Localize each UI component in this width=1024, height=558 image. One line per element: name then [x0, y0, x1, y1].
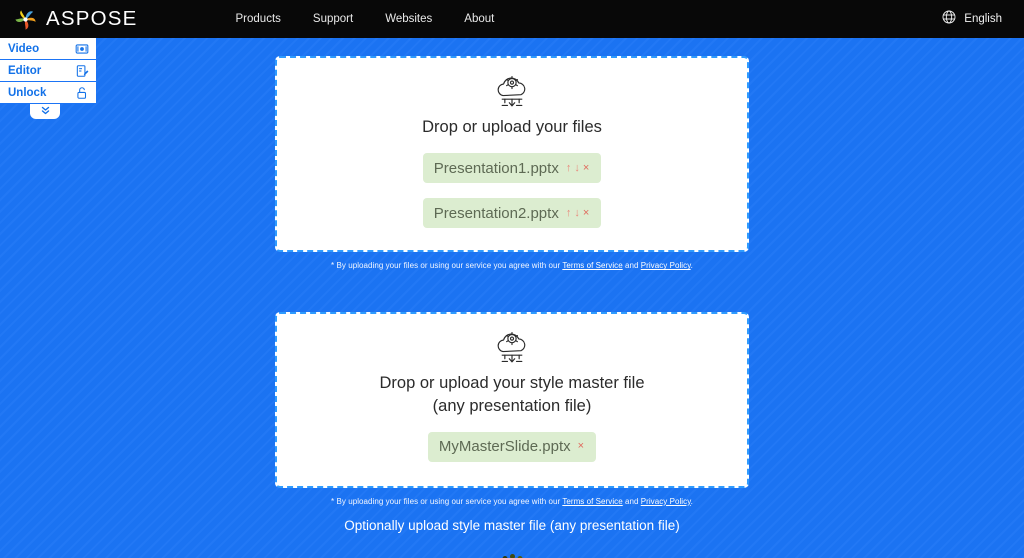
disclaimer-middle: and: [622, 496, 641, 506]
terms-of-service-link[interactable]: Terms of Service: [562, 497, 622, 506]
file-name: Presentation2.pptx: [433, 204, 559, 222]
remove-file-button[interactable]: ×: [577, 441, 585, 452]
left-sidebar: Video Editor Unlock: [0, 38, 96, 119]
privacy-policy-link[interactable]: Privacy Policy: [641, 497, 691, 506]
remove-file-button[interactable]: ×: [582, 162, 590, 174]
sidebar-item-label: Editor: [8, 64, 42, 77]
sidebar-item-label: Unlock: [8, 86, 47, 99]
sidebar-expand-button[interactable]: [30, 104, 60, 119]
file-chip[interactable]: Presentation1.pptx ↑ ↓ ×: [422, 153, 602, 184]
disclaimer-suffix: .: [690, 261, 693, 271]
master-file-chip[interactable]: MyMasterSlide.pptx ×: [427, 431, 597, 462]
file-actions: ↑ ↓ ×: [565, 162, 590, 174]
sidebar-item-video[interactable]: Video: [0, 38, 96, 60]
file-name: MyMasterSlide.pptx: [438, 438, 571, 456]
loading-spinner: [493, 553, 531, 558]
sidebar-item-editor[interactable]: Editor: [0, 60, 96, 82]
double-chevron-down-icon: [39, 103, 52, 121]
nav-item-websites[interactable]: Websites: [385, 13, 432, 25]
cloud-upload-gear-icon: [490, 75, 534, 109]
disclaimer-middle: and: [622, 261, 641, 271]
spinner-dot: [509, 554, 515, 558]
optional-master-note: Optionally upload style master file (any…: [344, 517, 680, 533]
cloud-upload-gear-icon: [490, 331, 534, 365]
file-chip[interactable]: Presentation2.pptx ↑ ↓ ×: [422, 198, 602, 229]
file-name: Presentation1.pptx: [433, 159, 559, 177]
sidebar-expand-wrap: [0, 104, 96, 119]
brand-name: ASPOSE: [46, 7, 138, 30]
move-down-button[interactable]: ↓: [573, 207, 581, 219]
disclaimer-text: * By uploading your files or using our s…: [331, 261, 563, 271]
disclaimer-text: * By uploading your files or using our s…: [331, 496, 563, 506]
privacy-policy-link[interactable]: Privacy Policy: [641, 261, 691, 270]
master-dropzone-title: Drop or upload your style master file (a…: [379, 374, 645, 415]
globe-icon: [941, 9, 957, 30]
video-icon: [75, 42, 89, 56]
main-content: Drop or upload your files Presentation1.…: [0, 38, 1024, 558]
master-disclaimer: * By uploading your files or using our s…: [331, 497, 693, 506]
nav-item-support[interactable]: Support: [313, 13, 353, 25]
top-header: ASPOSE Products Support Websites About E…: [0, 0, 1024, 38]
language-selector[interactable]: English: [941, 9, 1002, 30]
brand-logo-link[interactable]: ASPOSE: [14, 7, 138, 31]
file-dropzone[interactable]: Drop or upload your files Presentation1.…: [275, 56, 749, 253]
sidebar-item-unlock[interactable]: Unlock: [0, 82, 96, 104]
sidebar-item-label: Video: [8, 42, 40, 55]
file-actions: ↑ ↓ ×: [565, 207, 590, 219]
upload-disclaimer: * By uploading your files or using our s…: [331, 261, 693, 270]
disclaimer-suffix: .: [690, 496, 693, 506]
aspose-pinwheel-logo-icon: [14, 8, 37, 31]
file-actions: ×: [577, 441, 585, 452]
editor-icon: [75, 64, 89, 78]
dropzone-title: Drop or upload your files: [422, 118, 602, 136]
move-up-button[interactable]: ↑: [565, 207, 573, 219]
main-nav: Products Support Websites About: [236, 13, 495, 25]
nav-item-products[interactable]: Products: [236, 13, 281, 25]
terms-of-service-link[interactable]: Terms of Service: [562, 261, 622, 270]
language-label: English: [964, 13, 1002, 25]
nav-item-about[interactable]: About: [464, 13, 494, 25]
master-file-dropzone[interactable]: Drop or upload your style master file (a…: [275, 312, 749, 488]
move-up-button[interactable]: ↑: [565, 162, 573, 174]
unlock-icon: [75, 86, 89, 100]
remove-file-button[interactable]: ×: [582, 207, 590, 219]
move-down-button[interactable]: ↓: [573, 162, 581, 174]
